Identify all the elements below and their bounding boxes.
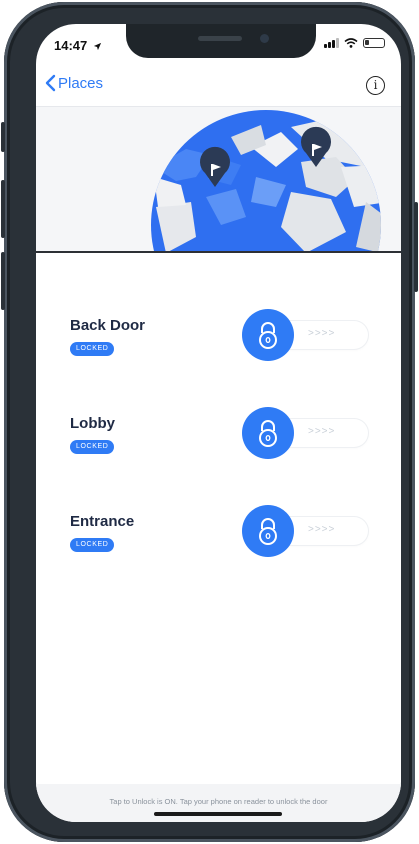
unlock-slider[interactable]: >>>> [242,309,368,361]
lock-name: Lobby [70,415,115,432]
globe-illustration [151,110,381,252]
screen: 14:47 Places i Back Door LOCKED >>>> Lob… [36,24,401,822]
header-divider [36,251,401,253]
nav-bar: Places i [36,70,401,106]
padlock-icon [259,518,277,545]
mute-switch [1,122,5,152]
home-indicator[interactable] [154,812,282,816]
status-badge: LOCKED [70,538,115,552]
globe-header [36,106,401,252]
signal-icon [324,38,339,48]
lock-knob[interactable] [242,309,294,361]
battery-icon [363,38,385,48]
chevron-left-icon [45,74,56,92]
lock-row-back-door: Back Door LOCKED >>>> [36,291,401,371]
unlock-slider[interactable]: >>>> [242,407,368,459]
status-badge: LOCKED [70,440,115,454]
back-button[interactable]: Places [44,74,103,92]
phone-frame: 14:47 Places i Back Door LOCKED >>>> Lob… [1,2,418,842]
speaker [198,36,242,41]
volume-down-button [1,252,5,310]
tap-to-unlock-hint: Tap to Unlock is ON. Tap your phone on r… [109,797,328,806]
wifi-icon [344,38,358,48]
status-time: 14:47 [54,38,102,53]
power-button [414,202,418,292]
status-icons [324,38,385,48]
slider-arrows: >>>> [308,524,336,535]
lock-row-entrance: Entrance LOCKED >>>> [36,487,401,567]
location-arrow-icon [93,42,101,51]
status-badge: LOCKED [70,342,115,356]
back-label: Places [58,74,104,92]
lock-row-lobby: Lobby LOCKED >>>> [36,389,401,469]
padlock-icon [259,322,277,349]
lock-knob[interactable] [242,407,294,459]
unlock-slider[interactable]: >>>> [242,505,368,557]
slider-arrows: >>>> [308,426,336,437]
info-icon[interactable]: i [366,76,385,95]
slider-arrows: >>>> [308,328,336,339]
front-camera [260,34,269,43]
lock-knob[interactable] [242,505,294,557]
padlock-icon [259,420,277,447]
notch [126,24,316,58]
volume-up-button [1,180,5,238]
lock-name: Back Door [70,317,146,334]
lock-name: Entrance [70,513,135,530]
